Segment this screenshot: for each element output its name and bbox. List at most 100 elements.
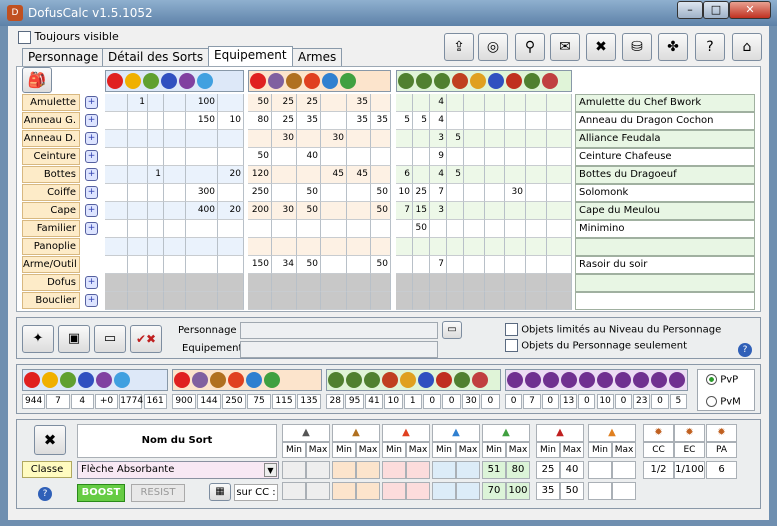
tools-icon[interactable]: ✖: [586, 33, 616, 61]
stat-cell[interactable]: [505, 130, 526, 148]
stat-cell[interactable]: [321, 274, 347, 292]
stat-cell[interactable]: [272, 238, 297, 256]
stat-cell[interactable]: [148, 202, 164, 220]
equipement-field[interactable]: [240, 341, 438, 358]
stat-cell[interactable]: [464, 184, 485, 202]
add-item-icon[interactable]: +: [85, 96, 98, 109]
stat-cell[interactable]: 50: [413, 220, 430, 238]
stat-cell[interactable]: [105, 256, 128, 274]
stat-cell[interactable]: [218, 130, 244, 148]
stat-cell[interactable]: [526, 292, 547, 310]
stat-cell[interactable]: [447, 202, 464, 220]
scroll-icon[interactable]: ✉: [550, 33, 580, 61]
stat-cell[interactable]: [413, 148, 430, 166]
stat-cell[interactable]: [148, 292, 164, 310]
stat-cell[interactable]: 50: [371, 256, 391, 274]
stat-cell[interactable]: 30: [505, 184, 526, 202]
stat-cell[interactable]: 120: [248, 166, 272, 184]
stat-cell[interactable]: [164, 274, 186, 292]
spell-value-cell[interactable]: 25: [536, 461, 560, 479]
stat-cell[interactable]: [164, 220, 186, 238]
magnifier-icon[interactable]: ⚲: [515, 33, 545, 61]
stat-cell[interactable]: [485, 274, 505, 292]
spell-value-cell[interactable]: [356, 461, 380, 479]
stat-cell[interactable]: [447, 184, 464, 202]
tab-personnage[interactable]: Personnage: [22, 48, 105, 67]
stat-cell[interactable]: [485, 148, 505, 166]
stat-cell[interactable]: 3: [430, 202, 447, 220]
stat-cell[interactable]: [321, 238, 347, 256]
stat-cell[interactable]: [371, 94, 391, 112]
stat-cell[interactable]: [128, 238, 148, 256]
stat-cell[interactable]: [526, 112, 547, 130]
stat-cell[interactable]: 6: [396, 166, 413, 184]
close-button[interactable]: ✕: [729, 1, 771, 19]
stat-cell[interactable]: [485, 94, 505, 112]
stat-cell[interactable]: [526, 256, 547, 274]
stat-cell[interactable]: [218, 292, 244, 310]
stat-cell[interactable]: [297, 220, 321, 238]
stat-cell[interactable]: [396, 256, 413, 274]
stat-cell[interactable]: [321, 184, 347, 202]
stat-cell[interactable]: [321, 94, 347, 112]
spell-value-cell[interactable]: 70: [482, 482, 506, 500]
stat-cell[interactable]: 35: [347, 94, 371, 112]
stat-cell[interactable]: [164, 166, 186, 184]
stat-cell[interactable]: 30: [321, 130, 347, 148]
stat-cell[interactable]: [464, 274, 485, 292]
stat-cell[interactable]: [186, 148, 218, 166]
stat-cell[interactable]: [505, 112, 526, 130]
spell-value-cell[interactable]: [282, 482, 306, 500]
stat-cell[interactable]: 10: [218, 112, 244, 130]
stat-cell[interactable]: 25: [272, 112, 297, 130]
stat-cell[interactable]: [164, 184, 186, 202]
stat-cell[interactable]: [447, 292, 464, 310]
open-folder-button[interactable]: ▭: [94, 325, 126, 353]
stat-cell[interactable]: 5: [447, 166, 464, 184]
item-name-field[interactable]: Ceinture Chafeuse: [575, 148, 755, 166]
stat-cell[interactable]: [321, 256, 347, 274]
resist-button[interactable]: RESIST: [131, 484, 185, 502]
stat-cell[interactable]: 80: [248, 112, 272, 130]
stat-cell[interactable]: 30: [272, 202, 297, 220]
stat-cell[interactable]: [218, 238, 244, 256]
stat-cell[interactable]: 30: [272, 130, 297, 148]
stat-cell[interactable]: [148, 256, 164, 274]
stat-cell[interactable]: 25: [272, 94, 297, 112]
stat-cell[interactable]: [430, 220, 447, 238]
stat-cell[interactable]: [447, 238, 464, 256]
stat-cell[interactable]: [105, 94, 128, 112]
spell-value-cell[interactable]: [382, 482, 406, 500]
stat-cell[interactable]: [547, 202, 572, 220]
stat-cell[interactable]: [371, 274, 391, 292]
stat-cell[interactable]: [371, 220, 391, 238]
item-name-field[interactable]: Solomonk: [575, 184, 755, 202]
spell-value-cell[interactable]: [432, 482, 456, 500]
stat-cell[interactable]: [272, 220, 297, 238]
equipment-bag-button[interactable]: 🎒: [22, 67, 52, 93]
pvm-option[interactable]: PvM: [706, 396, 741, 408]
stat-cell[interactable]: [547, 238, 572, 256]
stat-cell[interactable]: [321, 292, 347, 310]
stat-cell[interactable]: [547, 184, 572, 202]
stat-cell[interactable]: 50: [248, 148, 272, 166]
stat-cell[interactable]: [128, 166, 148, 184]
stat-cell[interactable]: [321, 148, 347, 166]
stat-cell[interactable]: [164, 202, 186, 220]
stat-cell[interactable]: [413, 256, 430, 274]
stat-cell[interactable]: [447, 256, 464, 274]
stat-cell[interactable]: [128, 274, 148, 292]
puzzle-icon[interactable]: ✤: [658, 33, 688, 61]
export-icon[interactable]: ⇪: [444, 33, 474, 61]
stat-cell[interactable]: [105, 130, 128, 148]
stat-cell[interactable]: [186, 166, 218, 184]
item-name-field[interactable]: Bottes du Dragoeuf: [575, 166, 755, 184]
stat-cell[interactable]: [164, 112, 186, 130]
stat-cell[interactable]: [148, 274, 164, 292]
stat-cell[interactable]: 25: [413, 184, 430, 202]
stat-cell[interactable]: [164, 148, 186, 166]
stat-cell[interactable]: [547, 220, 572, 238]
image-icon[interactable]: ▦: [209, 483, 231, 501]
save-button[interactable]: ▣: [58, 325, 90, 353]
stat-cell[interactable]: [248, 220, 272, 238]
